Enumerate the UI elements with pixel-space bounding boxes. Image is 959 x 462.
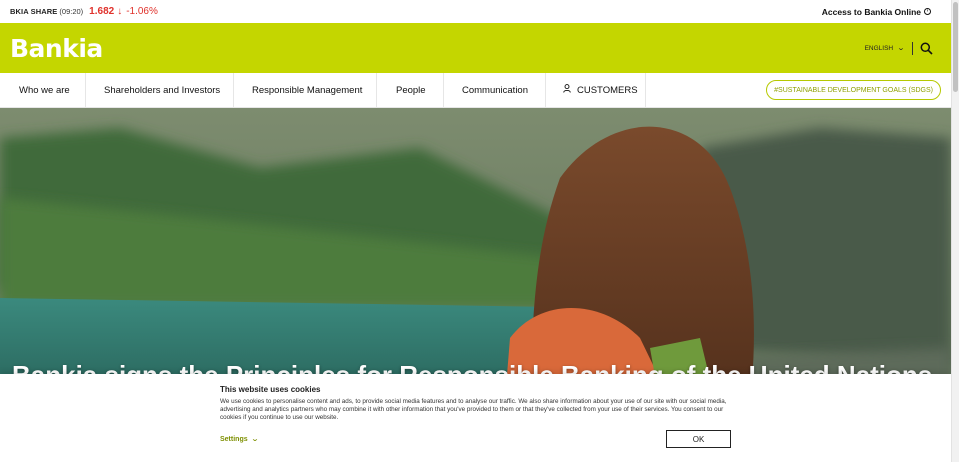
share-label: BKIA SHARE bbox=[10, 7, 58, 16]
bankia-online-link[interactable]: Access to Bankia Online › bbox=[822, 7, 931, 17]
nav-item-who-we-are[interactable]: Who we are bbox=[0, 73, 86, 107]
sdg-button[interactable]: #SUSTAINABLE DEVELOPMENT GOALS (SDGS) bbox=[766, 80, 941, 100]
nav-item-label: Responsible Management bbox=[252, 84, 363, 96]
cookie-settings-label: Settings bbox=[220, 435, 248, 443]
bankia-online-label: Access to Bankia Online bbox=[821, 6, 921, 17]
share-time: (09:20) bbox=[59, 7, 84, 16]
main-nav: Who we are Shareholders and Investors Re… bbox=[0, 73, 951, 108]
nav-item-label: Who we are bbox=[19, 84, 70, 96]
cookie-settings-toggle[interactable]: Settings ⌄ bbox=[220, 435, 259, 444]
divider bbox=[912, 41, 913, 55]
language-selector[interactable]: ENGLISH ⌄ bbox=[864, 44, 906, 53]
bankia-logo[interactable]: Bankia bbox=[10, 34, 103, 63]
page: BKIA SHARE (09:20) 1.682 ↓ -1.06% Access… bbox=[0, 0, 951, 462]
chevron-down-icon: ⌄ bbox=[250, 436, 259, 443]
nav-item-responsible-management[interactable]: Responsible Management bbox=[234, 73, 377, 107]
cookie-text: We use cookies to personalise content an… bbox=[220, 398, 727, 422]
nav-item-communication[interactable]: Communication bbox=[444, 73, 546, 107]
share-change: -1.06% bbox=[126, 6, 158, 17]
scrollbar-thumb[interactable] bbox=[953, 2, 958, 92]
language-label: ENGLISH bbox=[864, 44, 894, 52]
cookie-banner: This website uses cookies We use cookies… bbox=[0, 374, 951, 462]
cookie-title: This website uses cookies bbox=[220, 385, 321, 394]
external-link-icon: › bbox=[924, 8, 931, 15]
sdg-label: #SUSTAINABLE DEVELOPMENT GOALS (SDGS) bbox=[774, 86, 933, 94]
nav-item-label: CUSTOMERS bbox=[577, 84, 638, 96]
search-icon[interactable] bbox=[920, 42, 933, 55]
cookie-ok-button[interactable]: OK bbox=[666, 430, 731, 448]
vertical-scrollbar[interactable] bbox=[951, 0, 959, 462]
nav-item-people[interactable]: People bbox=[377, 73, 444, 107]
site-header: Bankia ENGLISH ⌄ bbox=[0, 23, 951, 73]
chevron-down-icon: ⌄ bbox=[896, 45, 906, 52]
nav-item-shareholders[interactable]: Shareholders and Investors bbox=[86, 73, 234, 107]
down-arrow-icon: ↓ bbox=[117, 6, 123, 17]
nav-item-label: People bbox=[396, 84, 426, 96]
nav-item-customers[interactable]: CUSTOMERS bbox=[546, 73, 646, 107]
share-price: 1.682 bbox=[89, 6, 115, 17]
nav-item-label: Communication bbox=[462, 84, 528, 96]
top-bar: BKIA SHARE (09:20) 1.682 ↓ -1.06% Access… bbox=[0, 0, 951, 23]
nav-item-label: Shareholders and Investors bbox=[104, 84, 221, 96]
user-icon bbox=[563, 84, 571, 96]
share-ticker: BKIA SHARE (09:20) 1.682 ↓ -1.06% bbox=[10, 6, 158, 17]
